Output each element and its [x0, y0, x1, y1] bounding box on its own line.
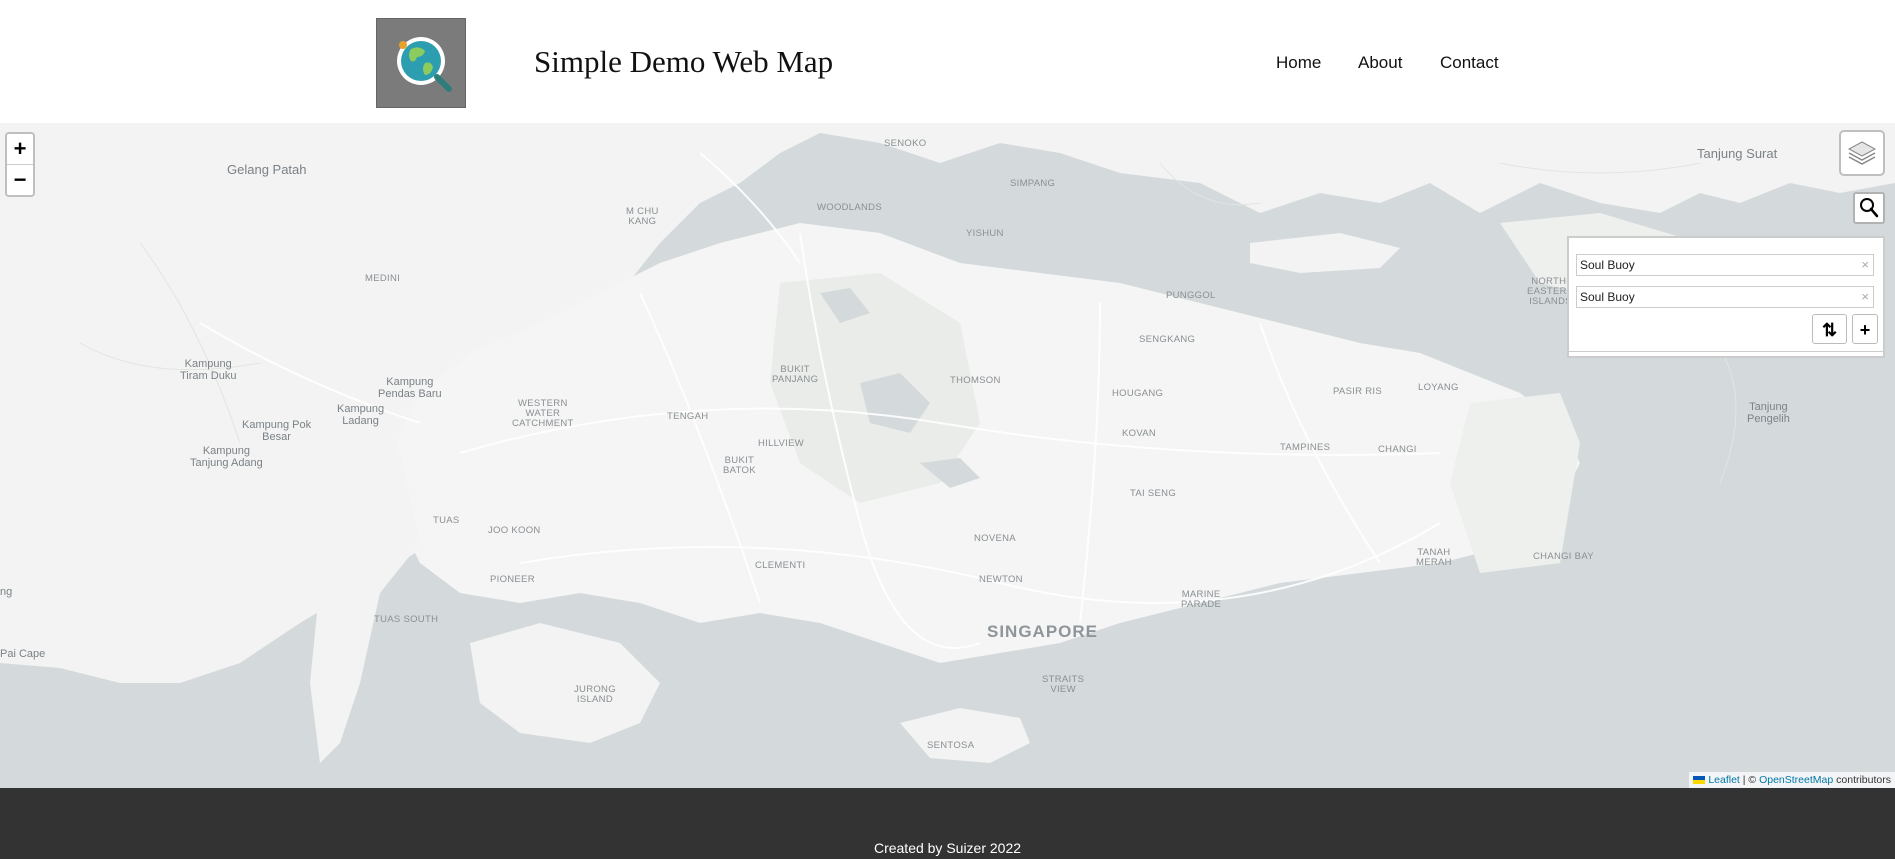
nav-home[interactable]: Home: [1276, 53, 1321, 73]
leaflet-link[interactable]: Leaflet: [1708, 774, 1740, 786]
place-label: TAI SENG: [1130, 488, 1177, 499]
clear-start-icon[interactable]: ×: [1861, 257, 1869, 272]
zoom-control: + −: [5, 132, 35, 197]
place-label: Pai Cape: [0, 648, 46, 660]
end-waypoint-value: Soul Buoy: [1580, 290, 1635, 304]
site-footer: Created by Suizer 2022: [0, 788, 1895, 859]
clear-end-icon[interactable]: ×: [1861, 289, 1869, 304]
search-icon: [1860, 198, 1879, 218]
place-label: CHANGI BAY: [1533, 551, 1594, 562]
map-container[interactable]: Gelang Patah Tanjung Surat SENOKO WOODLA…: [0, 123, 1895, 788]
globe-magnifier-icon: [397, 37, 452, 92]
place-label: NOVENA: [974, 533, 1016, 544]
place-label: Kampung Tanjung Adang: [190, 445, 263, 469]
routing-divider: [1569, 351, 1883, 352]
attribution-contributors: contributors: [1833, 774, 1891, 786]
place-label: STRAITS VIEW: [1042, 674, 1085, 695]
place-label: HILLVIEW: [758, 438, 805, 449]
place-label: MARINE PARADE: [1181, 589, 1222, 610]
start-waypoint-input[interactable]: Soul Buoy ×: [1576, 254, 1874, 276]
map-attribution: Leaflet | © OpenStreetMap contributors: [1689, 772, 1895, 788]
place-label: PASIR RIS: [1333, 386, 1382, 397]
place-label: NEWTON: [979, 574, 1023, 585]
place-label: Kampung Tiram Duku: [180, 358, 237, 382]
nav-about[interactable]: About: [1358, 53, 1402, 73]
place-label: Kampung Ladang: [337, 403, 385, 427]
place-label: WOODLANDS: [817, 202, 882, 213]
place-label: Kampung Pendas Baru: [378, 376, 442, 400]
place-label: KOVAN: [1122, 428, 1157, 439]
place-label: TENGAH: [667, 411, 709, 422]
place-label: M CHU KANG: [626, 206, 659, 227]
place-label: LOYANG: [1418, 382, 1459, 393]
place-label: WESTERN WATER CATCHMENT: [512, 398, 574, 429]
place-label: TUAS SOUTH: [374, 614, 439, 625]
routing-panel: Soul Buoy × Soul Buoy × ⇅ +: [1567, 236, 1885, 358]
place-label: MEDINI: [365, 273, 401, 284]
site-header: Simple Demo Web Map Home About Contact: [0, 0, 1895, 123]
nav-contact[interactable]: Contact: [1440, 53, 1499, 73]
place-label: PIONEER: [490, 574, 535, 585]
place-label: ng: [0, 586, 13, 598]
add-waypoint-button[interactable]: +: [1852, 314, 1878, 344]
site-logo[interactable]: [376, 18, 466, 108]
attribution-separator: | ©: [1739, 774, 1760, 786]
site-title: Simple Demo Web Map: [534, 44, 834, 79]
place-label: TUAS: [433, 515, 460, 526]
place-label: PUNGGOL: [1166, 290, 1216, 301]
place-label: Tanjung Pengelih: [1747, 401, 1790, 425]
zoom-in-button[interactable]: +: [7, 134, 33, 164]
start-waypoint-value: Soul Buoy: [1580, 258, 1635, 272]
reverse-waypoints-button[interactable]: ⇅: [1812, 314, 1847, 344]
place-label: SENOKO: [884, 138, 927, 149]
place-label: Kampung Pok Besar: [242, 419, 312, 443]
place-label: THOMSON: [950, 375, 1001, 386]
place-label: JURONG ISLAND: [574, 684, 616, 705]
place-label: CHANGI: [1378, 444, 1417, 455]
search-button[interactable]: [1853, 192, 1885, 224]
place-label: TAMPINES: [1280, 442, 1331, 453]
place-label: TANAH MERAH: [1416, 547, 1452, 568]
openstreetmap-link[interactable]: OpenStreetMap: [1759, 774, 1833, 786]
city-label-singapore: SINGAPORE: [987, 622, 1099, 641]
place-label: SENGKANG: [1139, 334, 1196, 345]
place-label: Tanjung Surat: [1697, 146, 1778, 161]
ukraine-flag-icon: [1693, 776, 1706, 784]
place-label: Gelang Patah: [227, 162, 307, 177]
layers-button[interactable]: [1839, 130, 1885, 176]
end-waypoint-input[interactable]: Soul Buoy ×: [1576, 286, 1874, 308]
place-label: SIMPANG: [1010, 178, 1056, 189]
place-label: CLEMENTI: [755, 560, 806, 571]
place-label: HOUGANG: [1112, 388, 1164, 399]
place-label: YISHUN: [966, 228, 1004, 239]
place-label: BUKIT PANJANG: [772, 364, 819, 385]
map-tiles: [0, 123, 1895, 788]
footer-credit: Created by Suizer 2022: [873, 840, 1022, 856]
zoom-out-button[interactable]: −: [7, 164, 33, 195]
layers-icon: [1847, 141, 1877, 165]
place-label: JOO KOON: [488, 525, 541, 536]
place-label: BUKIT BATOK: [723, 455, 756, 476]
place-label: SENTOSA: [927, 740, 975, 751]
